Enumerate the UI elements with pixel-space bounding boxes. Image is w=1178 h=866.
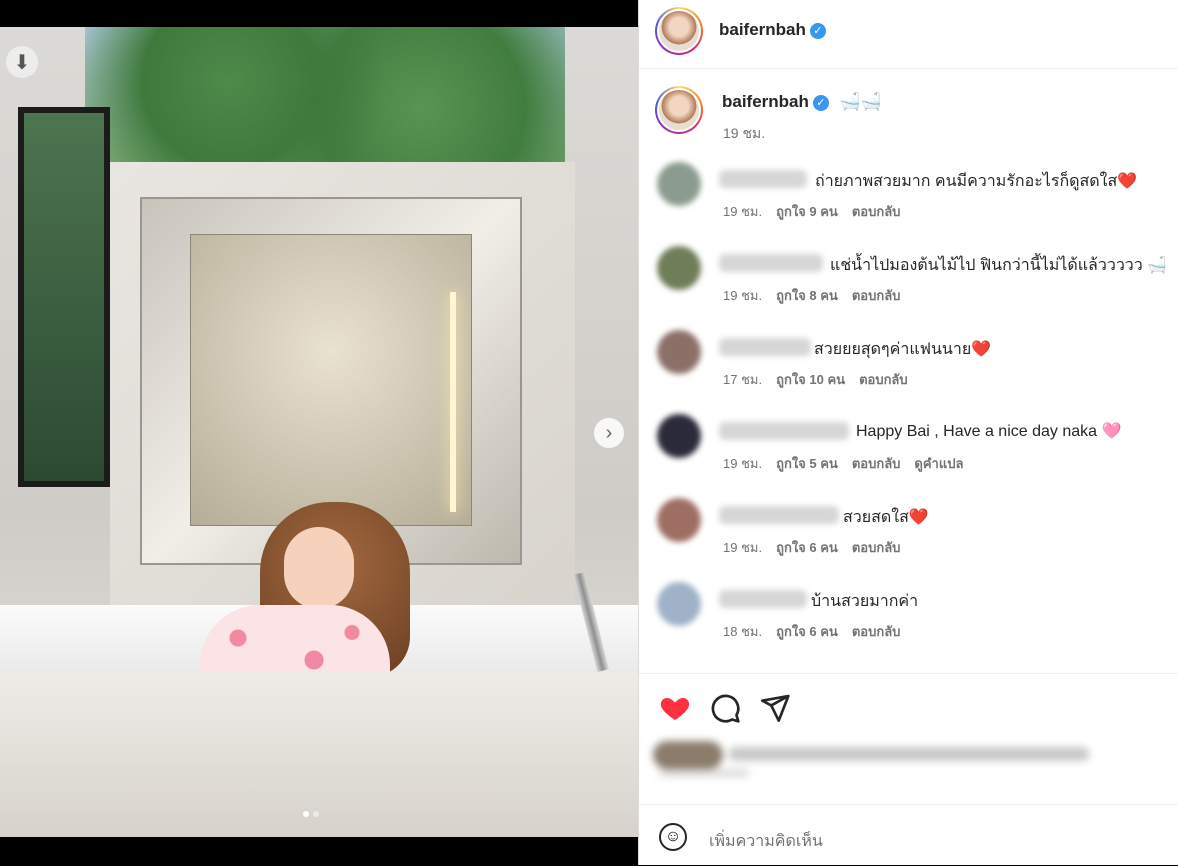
comment-meta: 19 ชม. ถูกใจ 9 คน ตอบกลับ — [723, 201, 914, 222]
comment-meta: 19 ชม. ถูกใจ 8 คน ตอบกลับ — [723, 285, 914, 306]
comment-bubble-icon[interactable] — [709, 692, 741, 724]
comment-likes[interactable]: ถูกใจ 8 คน — [776, 288, 838, 303]
comment-avatar[interactable] — [657, 582, 701, 626]
comment-likes[interactable]: ถูกใจ 5 คน — [776, 456, 838, 471]
comment-row: ถ่ายภาพสวยมาก คนมีความรักอะไรก็ดูสดใส❤️ 1… — [639, 162, 1178, 242]
add-comment-input[interactable]: เพิ่มความคิดเห็น — [709, 829, 823, 854]
see-translation-button[interactable]: ดูคำแปล — [914, 456, 963, 471]
photo-marble-ledge — [0, 672, 638, 837]
comment-likes[interactable]: ถูกใจ 9 คน — [776, 204, 838, 219]
comment-username-blurred[interactable] — [719, 338, 811, 356]
heart-filled-icon[interactable] — [659, 692, 691, 724]
comment-meta: 18 ชม. ถูกใจ 6 คน ตอบกลับ — [723, 621, 914, 642]
comment-likes[interactable]: ถูกใจ 10 คน — [776, 372, 845, 387]
comment-text: สวยยยสุดๆค่าแฟนนาย❤️ — [814, 341, 992, 358]
verified-badge-icon: ✓ — [809, 22, 826, 39]
chevron-right-icon[interactable]: › — [594, 418, 624, 448]
comment-time[interactable]: 19 ชม. — [723, 540, 762, 555]
comment-time[interactable]: 17 ชม. — [723, 372, 762, 387]
photo-window — [18, 107, 110, 487]
reply-button[interactable]: ตอบกลับ — [852, 204, 901, 219]
comment-row: สวยสดใส❤️ 19 ชม. ถูกใจ 6 คน ตอบกลับ — [639, 498, 1178, 578]
reply-button[interactable]: ตอบกลับ — [852, 540, 901, 555]
actions-bar — [639, 673, 1178, 804]
reply-button[interactable]: ตอบกลับ — [852, 288, 901, 303]
comment-time[interactable]: 19 ชม. — [723, 204, 762, 219]
carousel-dot — [313, 811, 319, 817]
paper-plane-icon[interactable] — [759, 692, 791, 724]
caption-avatar[interactable] — [655, 86, 703, 134]
add-comment-bar: ☺ เพิ่มความคิดเห็น — [639, 804, 1178, 866]
comment-text: บ้านสวยมากค่า — [811, 593, 919, 610]
comment-text: ถ่ายภาพสวยมาก คนมีความรักอะไรก็ดูสดใส❤️ — [815, 173, 1138, 190]
post-header: baifernbah ✓ — [639, 0, 1178, 69]
comment-row: Happy Bai , Have a nice day naka 🩷 19 ชม.… — [639, 414, 1178, 494]
comment-text: สวยสดใส❤️ — [843, 509, 929, 526]
comment-username-blurred[interactable] — [719, 170, 807, 188]
caption-time[interactable]: 19 ชม. — [723, 123, 765, 145]
photo-person-face — [284, 527, 354, 609]
comment-avatar[interactable] — [657, 414, 701, 458]
comment-avatar[interactable] — [657, 246, 701, 290]
comment-text: Happy Bai , Have a nice day naka 🩷 — [856, 423, 1122, 440]
download-arrow-icon[interactable]: ⬇ — [6, 46, 38, 78]
caption-username[interactable]: baifernbah — [722, 92, 809, 111]
liked-by-blurred — [649, 739, 1089, 777]
comment-meta: 17 ชม. ถูกใจ 10 คน ตอบกลับ — [723, 369, 922, 390]
verified-badge-icon: ✓ — [812, 94, 829, 111]
post-media-pane: ⬇ › — [0, 0, 638, 865]
comment-meta: 19 ชม. ถูกใจ 5 คน ตอบกลับ ดูคำแปล — [723, 453, 977, 474]
comment-row: แช่น้ำไปมองต้นไม้ไป ฟินกว่านี้ไม่ได้แล้ว… — [639, 246, 1178, 326]
avatar[interactable] — [655, 7, 703, 55]
caption-text: 🛁🛁 — [839, 92, 882, 111]
comment-username-blurred[interactable] — [719, 422, 849, 440]
photo-skylight-trees — [85, 27, 565, 162]
photo-mirror-light — [450, 292, 456, 512]
comment-likes[interactable]: ถูกใจ 6 คน — [776, 624, 838, 639]
comment-username-blurred[interactable] — [719, 506, 839, 524]
reply-button[interactable]: ตอบกลับ — [852, 456, 901, 471]
comment-time[interactable]: 18 ชม. — [723, 624, 762, 639]
comment-avatar[interactable] — [657, 498, 701, 542]
comment-time[interactable]: 19 ชม. — [723, 456, 762, 471]
comment-avatar[interactable] — [657, 162, 701, 206]
comment-username-blurred[interactable] — [719, 254, 823, 272]
comment-text: แช่น้ำไปมองต้นไม้ไป ฟินกว่านี้ไม่ได้แล้ว… — [830, 257, 1168, 274]
comment-avatar[interactable] — [657, 330, 701, 374]
reply-button[interactable]: ตอบกลับ — [859, 372, 908, 387]
header-username[interactable]: baifernbah — [719, 20, 806, 39]
photo-mirror-glass — [190, 234, 472, 526]
carousel-dot-active — [303, 811, 309, 817]
post-side-panel: baifernbah ✓ baifernbah ✓ 🛁🛁 19 ชม. ถ่ายภา… — [638, 0, 1178, 865]
comment-likes[interactable]: ถูกใจ 6 คน — [776, 540, 838, 555]
comment-row: บ้านสวยมากค่า 18 ชม. ถูกใจ 6 คน ตอบกลับ — [639, 582, 1178, 662]
comment-username-blurred[interactable] — [719, 590, 807, 608]
comment-meta: 19 ชม. ถูกใจ 6 คน ตอบกลับ — [723, 537, 914, 558]
header-username-row: baifernbah ✓ — [719, 20, 826, 40]
reply-button[interactable]: ตอบกลับ — [852, 624, 901, 639]
carousel-dots — [303, 811, 319, 817]
comment-row: สวยยยสุดๆค่าแฟนนาย❤️ 17 ชม. ถูกใจ 10 คน ตอบ… — [639, 330, 1178, 410]
caption: baifernbah ✓ 🛁🛁 — [722, 92, 882, 112]
comment-time[interactable]: 19 ชม. — [723, 288, 762, 303]
post-photo[interactable] — [0, 27, 638, 837]
smiley-icon[interactable]: ☺ — [659, 823, 687, 851]
